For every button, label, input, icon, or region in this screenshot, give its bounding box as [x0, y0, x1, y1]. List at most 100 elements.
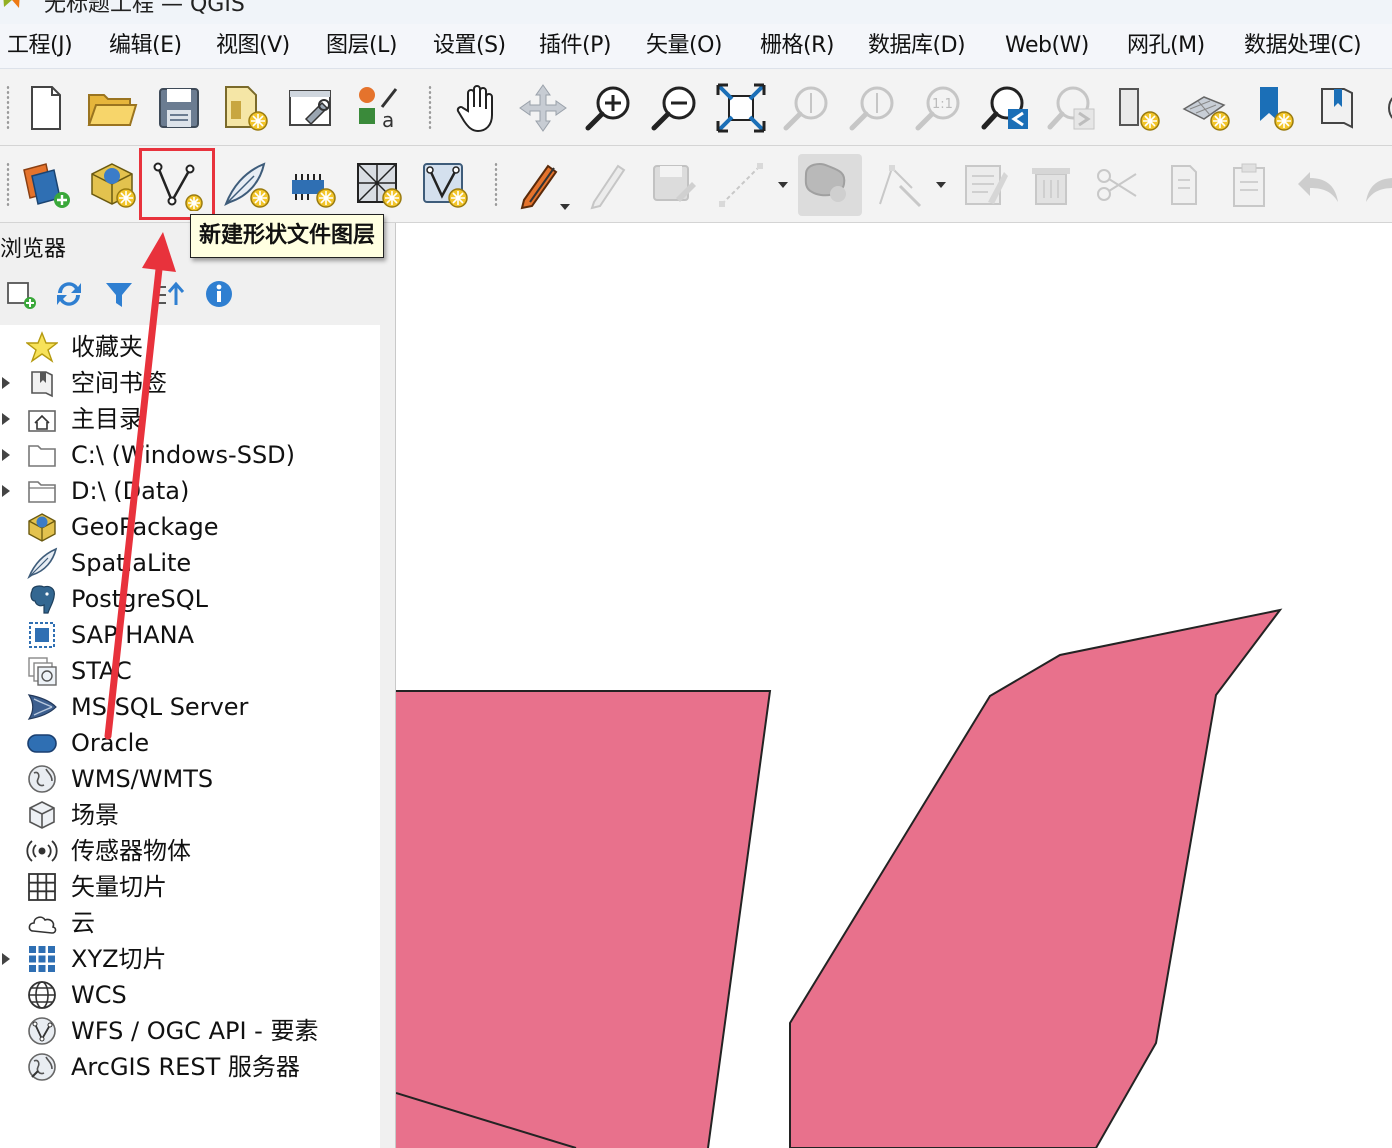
menu-layer[interactable]: 图层(L): [326, 30, 397, 62]
toolbar-grip[interactable]: [494, 162, 498, 206]
vertex-tool-icon[interactable]: [872, 158, 926, 212]
collapse-all-icon[interactable]: [152, 277, 186, 311]
new-spatialite-layer-icon[interactable]: [220, 158, 274, 212]
tree-item-spatial-bookmarks[interactable]: 空间书签: [0, 365, 380, 401]
zoom-to-layer-icon[interactable]: [846, 81, 900, 135]
menu-vector[interactable]: 矢量(O): [646, 30, 722, 62]
toggle-editing-icon[interactable]: [582, 158, 636, 212]
tree-item-spatialite[interactable]: SpatiaLite: [0, 545, 380, 581]
zoom-last-icon[interactable]: [980, 81, 1034, 135]
save-project-icon[interactable]: [152, 81, 206, 135]
new-geopackage-layer-icon[interactable]: [86, 158, 140, 212]
tree-item-postgresql[interactable]: PostgreSQL: [0, 581, 380, 617]
tree-item-geopackage[interactable]: GeoPackage: [0, 509, 380, 545]
digitize-line-dropdown[interactable]: [778, 182, 788, 188]
tree-item-wfs-ogc-api[interactable]: WFS / OGC API - 要素: [0, 1013, 380, 1049]
vector-tile-grid-icon: [26, 871, 58, 903]
show-bookmarks-icon[interactable]: [1314, 81, 1368, 135]
tree-item-favorites[interactable]: 收藏夹: [0, 329, 380, 365]
toolbar-grip[interactable]: [6, 162, 10, 206]
refresh-icon[interactable]: [52, 277, 86, 311]
tree-item-sensor[interactable]: 传感器物体: [0, 833, 380, 869]
tree-item-scene[interactable]: 场景: [0, 797, 380, 833]
expand-arrow-icon[interactable]: [2, 413, 10, 425]
save-layer-edits-icon[interactable]: [646, 158, 700, 212]
menu-database[interactable]: 数据库(D): [868, 30, 966, 62]
pan-to-selection-icon[interactable]: [516, 81, 570, 135]
pan-icon[interactable]: [450, 81, 504, 135]
expand-arrow-icon[interactable]: [2, 485, 10, 497]
menu-project[interactable]: 工程(J): [7, 30, 73, 62]
zoom-in-icon[interactable]: [582, 81, 636, 135]
redo-icon[interactable]: [1358, 158, 1392, 212]
expand-arrow-icon[interactable]: [2, 449, 10, 461]
tree-item-wcs[interactable]: WCS: [0, 977, 380, 1013]
menu-mesh[interactable]: 网孔(M): [1127, 30, 1205, 62]
tree-item-sap-hana[interactable]: SAP HANA: [0, 617, 380, 653]
data-source-manager-icon[interactable]: [20, 158, 74, 212]
browser-scrollbar[interactable]: [381, 325, 394, 1148]
digitize-line-icon[interactable]: [714, 158, 768, 212]
geopackage-icon: [26, 511, 58, 543]
tree-item-vector-tiles[interactable]: 矢量切片: [0, 869, 380, 905]
new-temporary-scratch-layer-icon[interactable]: [286, 158, 340, 212]
oracle-icon: [26, 727, 58, 759]
new-shapefile-layer-button[interactable]: [139, 148, 215, 220]
tree-item-wms-wmts[interactable]: WMS/WMTS: [0, 761, 380, 797]
toolbar-grip[interactable]: [428, 85, 432, 129]
tree-item-oracle[interactable]: Oracle: [0, 725, 380, 761]
refresh-icon[interactable]: [1378, 81, 1392, 135]
cut-features-icon[interactable]: [1090, 158, 1144, 212]
polygon-feature-left[interactable]: [396, 691, 770, 1148]
new-project-icon[interactable]: [18, 81, 72, 135]
toolbar-grip[interactable]: [6, 85, 10, 129]
map-canvas[interactable]: [396, 223, 1392, 1148]
window-title: 无标题工程 — QGIS: [44, 0, 245, 17]
zoom-next-icon[interactable]: [1046, 81, 1100, 135]
tree-item-xyz-tiles[interactable]: XYZ切片: [0, 941, 380, 977]
menu-web[interactable]: Web(W): [1005, 30, 1089, 62]
modify-attributes-icon[interactable]: [958, 158, 1012, 212]
menu-edit[interactable]: 编辑(E): [109, 30, 182, 62]
filter-icon[interactable]: [102, 277, 136, 311]
add-selected-layers-icon[interactable]: [4, 277, 38, 311]
expand-arrow-icon[interactable]: [2, 377, 10, 389]
new-print-layout-icon[interactable]: [218, 81, 272, 135]
undo-icon[interactable]: [1292, 158, 1346, 212]
current-edits-dropdown[interactable]: [560, 204, 570, 210]
vertex-tool-dropdown[interactable]: [936, 182, 946, 188]
tree-item-mssql-server[interactable]: MS SQL Server: [0, 689, 380, 725]
tree-item-home[interactable]: 主目录: [0, 401, 380, 437]
style-manager-icon[interactable]: a: [352, 81, 406, 135]
qgis-logo-icon: [3, 0, 20, 8]
tree-item-stac[interactable]: STAC: [0, 653, 380, 689]
tree-item-drive-d[interactable]: D:\ (Data): [0, 473, 380, 509]
menu-processing[interactable]: 数据处理(C): [1244, 30, 1362, 62]
zoom-native-icon[interactable]: 1:1: [912, 81, 966, 135]
new-spatial-bookmark-icon[interactable]: [1248, 81, 1302, 135]
zoom-full-icon[interactable]: [714, 81, 768, 135]
open-project-icon[interactable]: [84, 81, 138, 135]
new-map-view-icon[interactable]: [1112, 81, 1166, 135]
zoom-to-selection-icon[interactable]: [780, 81, 834, 135]
menu-raster[interactable]: 栅格(R): [760, 30, 834, 62]
delete-selected-icon[interactable]: [1024, 158, 1078, 212]
tree-item-arcgis-rest[interactable]: ArcGIS REST 服务器: [0, 1049, 380, 1085]
zoom-out-icon[interactable]: [648, 81, 702, 135]
new-virtual-layer-icon[interactable]: [352, 158, 406, 212]
polygon-feature-right[interactable]: [789, 608, 1283, 1148]
expand-arrow-icon[interactable]: [2, 953, 10, 965]
properties-info-icon[interactable]: [202, 277, 236, 311]
copy-features-icon[interactable]: [1156, 158, 1210, 212]
paste-features-icon[interactable]: [1222, 158, 1276, 212]
xyz-tiles-grid-icon: [26, 943, 58, 975]
tree-item-drive-c[interactable]: C:\ (Windows-SSD): [0, 437, 380, 473]
new-mesh-layer-icon[interactable]: [418, 158, 472, 212]
layout-manager-icon[interactable]: [284, 81, 338, 135]
tree-item-cloud[interactable]: 云: [0, 905, 380, 941]
add-polygon-feature-icon[interactable]: [798, 154, 862, 216]
new-3d-map-view-icon[interactable]: [1180, 81, 1234, 135]
menu-view[interactable]: 视图(V): [216, 30, 290, 62]
menu-plugins[interactable]: 插件(P): [539, 30, 611, 62]
menu-settings[interactable]: 设置(S): [433, 30, 506, 62]
